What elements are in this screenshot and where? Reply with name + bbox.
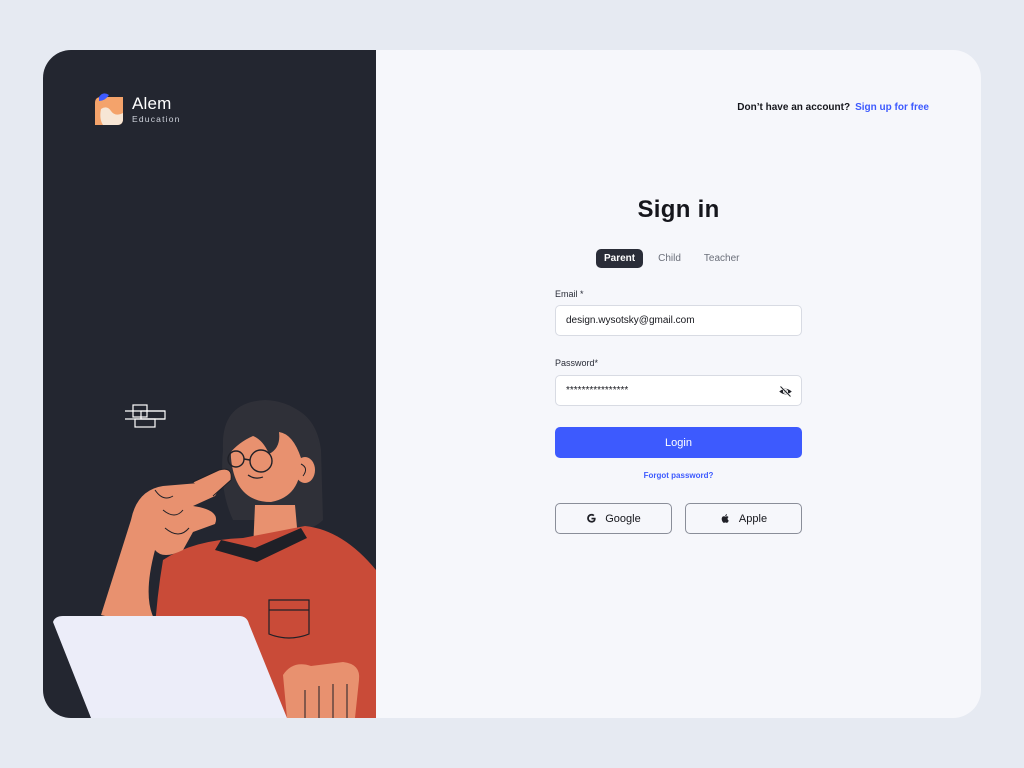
signup-prompt: Don’t have an account? xyxy=(737,102,851,113)
email-input[interactable] xyxy=(566,315,791,326)
person-laptop-illustration xyxy=(53,400,376,718)
email-field[interactable] xyxy=(555,305,802,336)
brick-doodle xyxy=(125,404,166,428)
password-label: Password* xyxy=(555,358,599,368)
google-label: Google xyxy=(605,512,641,525)
email-label: Email * xyxy=(555,289,584,299)
signin-panel: Don’t have an account? Sign up for free … xyxy=(376,50,981,718)
password-input[interactable] xyxy=(566,385,791,396)
signup-row: Don’t have an account? Sign up for free xyxy=(737,102,929,113)
role-tabs: Parent Child Teacher xyxy=(596,249,748,268)
password-field[interactable] xyxy=(555,375,802,406)
page-title: Sign in xyxy=(637,196,720,223)
tab-teacher[interactable]: Teacher xyxy=(696,249,748,268)
apple-icon xyxy=(721,514,729,523)
tab-child[interactable]: Child xyxy=(650,249,689,268)
forgot-password-link[interactable]: Forgot password? xyxy=(376,471,981,480)
eye-off-icon[interactable] xyxy=(778,384,793,399)
tab-parent[interactable]: Parent xyxy=(596,249,644,268)
google-signin-button[interactable]: Google xyxy=(555,503,672,534)
signup-link[interactable]: Sign up for free xyxy=(855,102,929,113)
login-button[interactable]: Login xyxy=(555,427,802,458)
illustration-panel: Alem Education xyxy=(43,50,376,718)
apple-label: Apple xyxy=(738,512,768,525)
signin-card: Alem Education Don’t have an account? Si… xyxy=(43,50,981,718)
google-icon xyxy=(587,513,596,523)
apple-signin-button[interactable]: Apple xyxy=(685,503,802,534)
